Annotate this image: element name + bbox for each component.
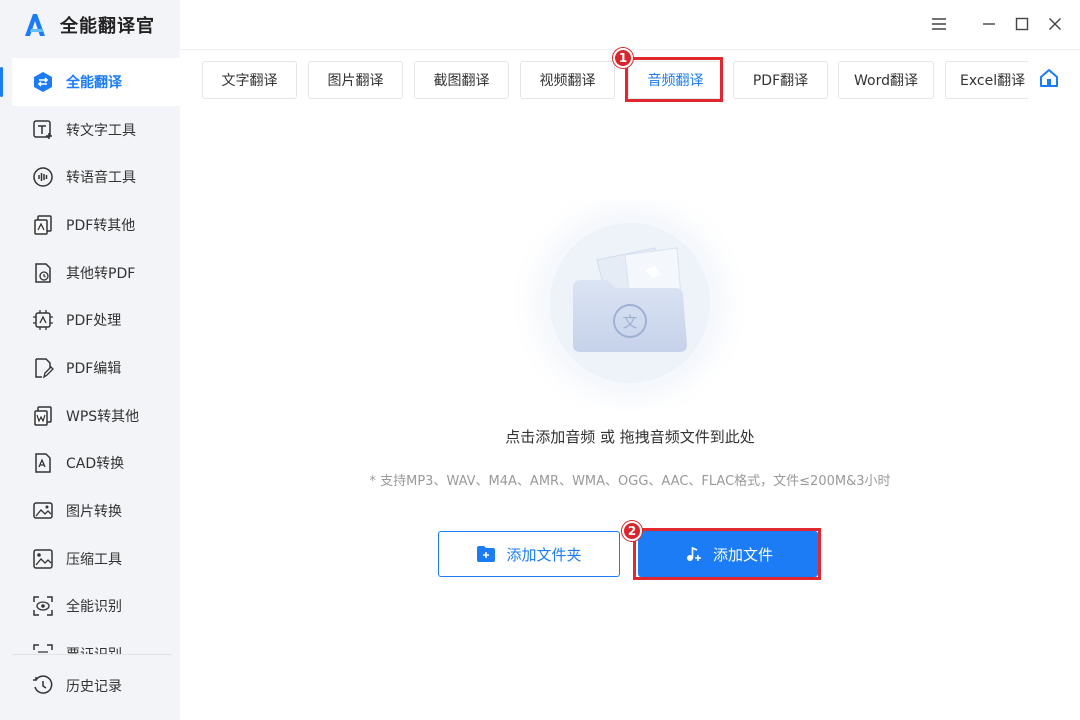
image-convert-icon [32, 500, 54, 522]
tab-screenshot-translate[interactable]: 截图翻译 [414, 61, 509, 99]
sidebar-item-label: PDF处理 [66, 313, 122, 330]
compress-icon [32, 548, 54, 570]
text-tool-icon [32, 119, 54, 141]
tab-text-translate[interactable]: 文字翻译 [202, 61, 297, 99]
sidebar-nav: 全能翻译 转文字工具 转语音工具 PDF转其他 其他转PDF PDF处理 PDF… [0, 58, 180, 654]
dropzone-main-text: 点击添加音频 或 拖拽音频文件到此处 [505, 428, 755, 446]
menu-icon [931, 16, 947, 35]
step-marker-2: 2 [622, 521, 642, 541]
tab-video-translate[interactable]: 视频翻译 [520, 61, 615, 99]
app-logo-icon [22, 12, 48, 38]
highlight-box-add-file [633, 528, 821, 580]
sidebar: 全能翻译官 全能翻译 转文字工具 转语音工具 PDF转其他 其他转PDF PDF… [0, 0, 180, 720]
to-pdf-icon [32, 262, 54, 284]
svg-text:文: 文 [622, 313, 637, 331]
sidebar-item-to-pdf[interactable]: 其他转PDF [0, 249, 180, 297]
sidebar-item-label: 图片转换 [66, 504, 122, 521]
maximize-button[interactable] [1011, 14, 1033, 36]
sidebar-item-label: 其他转PDF [66, 265, 136, 282]
tab-word-translate[interactable]: Word翻译 [838, 61, 934, 99]
sidebar-item-label: 转语音工具 [66, 170, 136, 187]
header-divider [180, 49, 1080, 50]
sidebar-item-label: PDF编辑 [66, 360, 122, 377]
folder-plus-icon [476, 544, 496, 564]
app-header: 全能翻译官 [0, 0, 180, 50]
sidebar-item-text-tool[interactable]: 转文字工具 [0, 106, 180, 154]
sidebar-item-wps-convert[interactable]: WPS转其他 [0, 392, 180, 440]
menu-button[interactable] [928, 14, 950, 36]
sidebar-divider [12, 654, 172, 655]
close-button[interactable] [1044, 14, 1066, 36]
sidebar-item-pdf-edit[interactable]: PDF编辑 [0, 344, 180, 392]
sidebar-item-voice-tool[interactable]: 转语音工具 [0, 153, 180, 201]
voice-tool-icon [32, 166, 54, 188]
sidebar-item-label: PDF转其他 [66, 217, 136, 234]
dropzone-hint-text: * 支持MP3、WAV、M4A、AMR、WMA、OGG、AAC、FLAC格式，文… [369, 474, 891, 489]
add-folder-label: 添加文件夹 [506, 545, 582, 564]
tab-strip: 文字翻译 图片翻译 截图翻译 视频翻译 音频翻译 PDF翻译 Word翻译 Ex… [190, 55, 1028, 105]
sidebar-item-recognize[interactable]: 全能识别 [0, 583, 180, 631]
add-folder-button[interactable]: 添加文件夹 [438, 531, 620, 577]
sidebar-item-history[interactable]: 历史记录 [0, 662, 180, 710]
pdf-edit-icon [32, 357, 54, 379]
sidebar-item-label: 票证识别 [66, 644, 122, 654]
tab-image-translate[interactable]: 图片翻译 [308, 61, 403, 99]
sidebar-item-compress[interactable]: 压缩工具 [0, 535, 180, 583]
sidebar-item-all-translate[interactable]: 全能翻译 [0, 58, 180, 106]
recognize-icon [32, 595, 54, 617]
close-icon [1048, 16, 1062, 35]
sidebar-item-label: 全能翻译 [66, 74, 122, 91]
sidebar-item-image-convert[interactable]: 图片转换 [0, 487, 180, 535]
wps-convert-icon [32, 405, 54, 427]
step-marker-1: 1 [613, 48, 633, 68]
minimize-button[interactable] [978, 14, 1000, 36]
sidebar-item-cad-convert[interactable]: CAD转换 [0, 440, 180, 488]
highlight-box-tab [625, 57, 723, 102]
minimize-icon [982, 16, 996, 35]
sidebar-item-label: CAD转换 [66, 456, 125, 473]
sidebar-item-label: 压缩工具 [66, 551, 122, 568]
home-icon [1039, 68, 1059, 92]
history-icon [32, 675, 54, 697]
ticket-recognize-icon [32, 643, 54, 654]
history-label: 历史记录 [66, 679, 122, 695]
sidebar-item-pdf-process[interactable]: PDF处理 [0, 296, 180, 344]
translate-shield-icon [32, 71, 54, 93]
sidebar-item-label: 转文字工具 [66, 122, 136, 139]
sidebar-item-ticket-recognize[interactable]: 票证识别 [0, 630, 180, 654]
sidebar-item-label: 全能识别 [66, 599, 122, 616]
pdf-convert-icon [32, 214, 54, 236]
app-title: 全能翻译官 [60, 16, 155, 37]
pdf-process-icon [32, 309, 54, 331]
home-button[interactable] [1038, 69, 1060, 91]
cad-convert-icon [32, 452, 54, 474]
tab-excel-translate[interactable]: Excel翻译 [945, 61, 1028, 99]
tab-pdf-translate[interactable]: PDF翻译 [733, 61, 828, 99]
upload-illustration[interactable]: 文 [505, 179, 755, 427]
sidebar-item-pdf-convert[interactable]: PDF转其他 [0, 201, 180, 249]
maximize-icon [1015, 16, 1029, 35]
sidebar-item-label: WPS转其他 [66, 408, 140, 425]
